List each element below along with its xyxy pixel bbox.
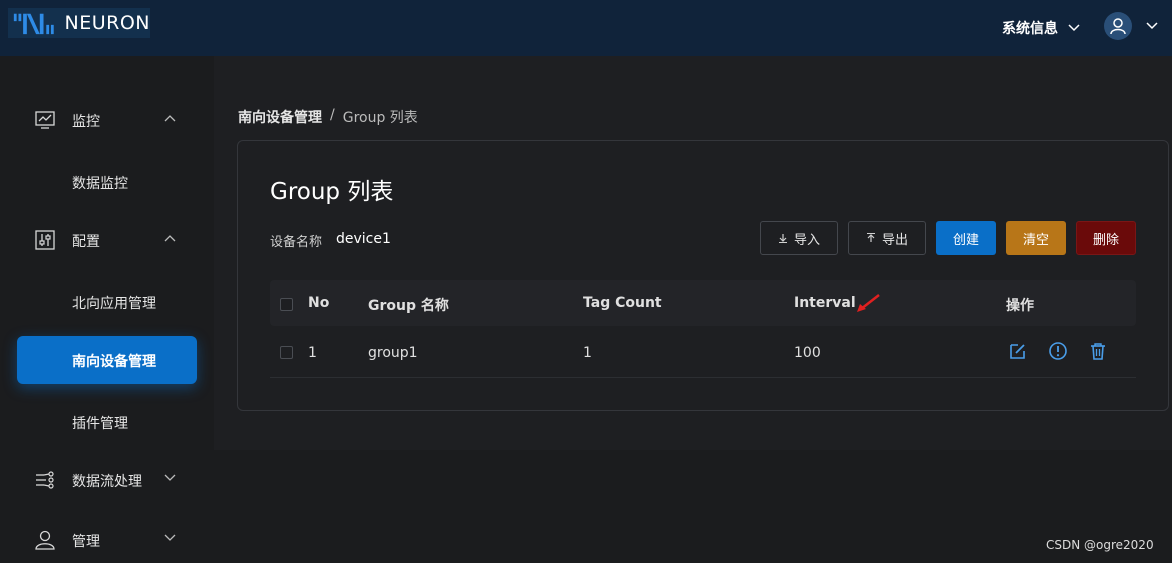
sidebar-item-label: 南向设备管理: [72, 354, 156, 370]
sidebar-item-north-app[interactable]: 北向应用管理: [72, 293, 156, 313]
import-button[interactable]: 导入: [760, 221, 838, 255]
sidebar-item-data-monitor[interactable]: 数据监控: [72, 173, 128, 193]
sidebar-group-label: 配置: [72, 234, 100, 250]
watermark: CSDN @ogre2020: [1046, 538, 1154, 552]
sidebar-group-label: 监控: [72, 114, 100, 130]
sidebar-group-monitor[interactable]: 监控: [0, 100, 214, 140]
user-admin-icon: [35, 530, 55, 550]
select-all-checkbox[interactable]: [280, 298, 293, 311]
row-checkbox[interactable]: [280, 346, 293, 359]
create-button[interactable]: 创建: [936, 221, 996, 255]
column-header-tag-count: Tag Count: [583, 295, 662, 311]
import-label: 导入: [793, 232, 820, 248]
config-sliders-icon: [35, 230, 55, 250]
breadcrumb-separator: /: [330, 107, 335, 123]
table-row-divider: [270, 377, 1136, 378]
device-name-value: device1: [336, 231, 391, 247]
page-footer-area: [214, 450, 1172, 563]
sidebar-group-label: 管理: [72, 534, 100, 550]
breadcrumb-parent[interactable]: 南向设备管理: [238, 107, 322, 127]
device-name-label: 设备名称: [270, 235, 323, 250]
system-info-label: 系统信息: [1002, 21, 1058, 37]
user-avatar[interactable]: [1104, 12, 1132, 40]
breadcrumb-current: Group 列表: [342, 110, 418, 126]
export-label: 导出: [881, 232, 908, 248]
upload-icon: [866, 233, 875, 242]
clear-button[interactable]: 清空: [1006, 221, 1066, 255]
chevron-up-icon: [164, 115, 176, 122]
cell-no: 1: [308, 345, 317, 361]
chevron-down-icon: [164, 534, 176, 541]
sidebar-group-admin[interactable]: 管理: [0, 520, 214, 560]
page-title: Group 列表: [270, 179, 394, 205]
sidebar-group-label: 数据流处理: [72, 474, 142, 490]
neuron-logo-icon: [13, 13, 54, 35]
download-icon: [778, 234, 787, 243]
column-header-no: No: [308, 295, 330, 311]
chevron-down-icon: [164, 474, 176, 481]
column-header-actions: 操作: [1006, 298, 1034, 314]
system-info-menu[interactable]: 系统信息: [1002, 18, 1080, 38]
edit-icon[interactable]: [1008, 341, 1028, 361]
column-header-interval: Interval: [794, 295, 856, 311]
chart-monitor-icon: [35, 111, 55, 129]
column-header-group-name: Group 名称: [368, 298, 449, 314]
chevron-down-icon[interactable]: [1146, 22, 1158, 30]
user-icon: [1110, 18, 1126, 35]
annotation-arrow-icon: [857, 294, 880, 312]
cell-group-name: group1: [368, 345, 418, 361]
chevron-down-icon: [1068, 24, 1080, 32]
chevron-up-icon: [164, 235, 176, 242]
cell-interval: 100: [794, 345, 821, 361]
sidebar-group-config[interactable]: 配置: [0, 220, 214, 260]
sidebar-item-south-device[interactable]: 南向设备管理: [17, 336, 197, 384]
app-logo[interactable]: NEURON: [8, 8, 150, 38]
export-button[interactable]: 导出: [848, 221, 926, 255]
cell-tag-count: 1: [583, 345, 592, 361]
trash-icon[interactable]: [1088, 341, 1108, 361]
data-flow-icon: [36, 471, 54, 489]
info-icon[interactable]: [1048, 341, 1068, 361]
top-header: NEURON 系统信息: [0, 0, 1172, 56]
sidebar: 监控 数据监控 配置 北向应用管理 南向设备管理 插件管理 数据流处理 管理: [0, 56, 214, 563]
delete-button[interactable]: 删除: [1076, 221, 1136, 255]
sidebar-item-plugin[interactable]: 插件管理: [72, 413, 128, 433]
app-name: NEURON: [64, 12, 150, 34]
sidebar-group-dataflow[interactable]: 数据流处理: [0, 460, 214, 500]
breadcrumb: 南向设备管理 / Group 列表: [238, 107, 418, 127]
